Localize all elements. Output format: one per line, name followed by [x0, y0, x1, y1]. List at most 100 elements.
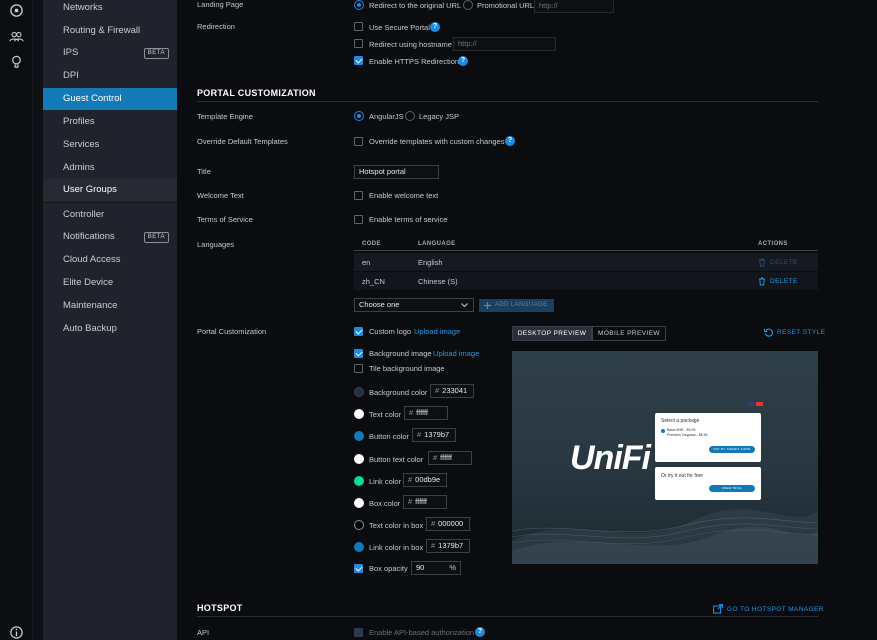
box-text-color-swatch[interactable] — [354, 520, 364, 530]
https-redirection-label: Enable HTTPS Redirection — [369, 57, 460, 66]
hotspot-manager-link[interactable]: GO TO HOTSPOT MANAGER — [727, 606, 824, 613]
upload-background-link[interactable]: Upload image — [433, 349, 479, 358]
insights-icon[interactable] — [9, 54, 24, 69]
box-link-color-swatch[interactable] — [354, 542, 364, 552]
promotional-url-input[interactable]: http:// — [534, 0, 614, 13]
sidebar-item-cloud-access[interactable]: Cloud Access — [43, 249, 177, 271]
delete-language-button[interactable]: DELETE — [770, 278, 798, 285]
background-color-input[interactable]: #233041 — [430, 384, 474, 398]
tab-desktop-preview[interactable]: DESKTOP PREVIEW — [512, 326, 592, 341]
promotional-url-radio[interactable] — [463, 0, 473, 10]
sidebar-item-label: Services — [63, 139, 100, 150]
terms-of-service-label: Terms of Service — [197, 215, 253, 224]
button-text-color-label: Button text color — [369, 455, 424, 464]
portal-customization-label: Portal Customization — [197, 327, 267, 336]
sidebar-item-admins[interactable]: Admins — [43, 157, 177, 179]
terms-of-service-checkbox[interactable] — [354, 215, 363, 224]
sidebar-item-label: Elite Device — [63, 277, 114, 288]
clients-icon[interactable] — [9, 29, 24, 44]
dashboard-icon[interactable] — [9, 3, 24, 18]
redirect-hostname-checkbox[interactable] — [354, 39, 363, 48]
upload-logo-link[interactable]: Upload image — [414, 327, 460, 336]
tab-mobile-preview[interactable]: MOBILE PREVIEW — [592, 326, 666, 341]
redirect-original-label: Redirect to the original URL — [369, 1, 462, 10]
sidebar-item-notifications[interactable]: Notifications BETA — [43, 226, 177, 248]
api-label: API — [197, 628, 210, 637]
delete-language-button[interactable]: DELETE — [770, 259, 798, 266]
button-color-input[interactable]: #1379b7 — [412, 428, 456, 442]
language-select[interactable]: Choose one — [354, 298, 474, 312]
help-icon[interactable]: ? — [475, 627, 485, 637]
button-text-color-value: ffffff — [440, 453, 452, 462]
sidebar-item-auto-backup[interactable]: Auto Backup — [43, 318, 177, 340]
help-icon[interactable]: ? — [458, 56, 468, 66]
sidebar-item-guest-control[interactable]: Guest Control — [43, 88, 195, 110]
tile-background-checkbox[interactable] — [354, 364, 363, 373]
sidebar-item-ips[interactable]: IPS BETA — [43, 42, 177, 64]
section-divider — [197, 101, 818, 102]
reset-style-button[interactable]: RESET STYLE — [777, 329, 825, 336]
hostname-input[interactable]: http:// — [453, 37, 556, 51]
background-color-swatch[interactable] — [354, 387, 364, 397]
legacy-jsp-radio[interactable] — [405, 111, 415, 121]
sidebar-item-elite-device[interactable]: Elite Device — [43, 272, 177, 294]
link-color-input[interactable]: #00db9e — [403, 473, 447, 487]
sidebar-item-routing-firewall[interactable]: Routing & Firewall — [43, 20, 177, 42]
preview-pay-button: PAY BY CREDIT CARD — [709, 446, 755, 453]
sidebar-item-user-groups[interactable]: User Groups — [43, 179, 177, 201]
sidebar-item-label: Controller — [63, 209, 105, 220]
redirect-original-radio[interactable] — [354, 0, 364, 10]
button-text-color-input[interactable]: # ffffff — [428, 451, 472, 465]
secure-portal-checkbox[interactable] — [354, 22, 363, 31]
box-opacity-input[interactable]: 90% — [411, 561, 461, 575]
beta-badge: BETA — [143, 232, 169, 243]
angularjs-radio[interactable] — [354, 111, 364, 121]
help-icon[interactable]: ? — [505, 136, 515, 146]
box-opacity-checkbox[interactable] — [354, 564, 363, 573]
template-engine-label: Template Engine — [197, 112, 253, 121]
override-templates-checkbox[interactable] — [354, 137, 363, 146]
sidebar-item-networks[interactable]: Networks — [43, 0, 177, 19]
hotspot-title: HOTSPOT — [197, 603, 243, 613]
button-color-label: Button color — [369, 432, 410, 441]
sidebar-item-label: Notifications — [63, 231, 115, 242]
box-text-color-input[interactable]: #000000 — [426, 517, 470, 531]
text-color-value: ffffff — [416, 408, 428, 417]
languages-label: Languages — [197, 240, 235, 249]
button-text-color-swatch[interactable] — [354, 454, 364, 464]
link-color-swatch[interactable] — [354, 476, 364, 486]
box-text-color-label: Text color in box — [369, 521, 424, 530]
sidebar-item-dpi[interactable]: DPI — [43, 65, 177, 87]
sidebar-item-services[interactable]: Services — [43, 134, 177, 156]
override-templates-text: Override templates with custom changes — [369, 137, 505, 146]
box-color-input[interactable]: # ffffff — [403, 495, 447, 509]
sidebar-item-profiles[interactable]: Profiles — [43, 111, 177, 133]
legacy-jsp-label: Legacy JSP — [419, 112, 460, 121]
background-color-value: 233041 — [442, 386, 468, 395]
text-color-swatch[interactable] — [354, 409, 364, 419]
language-code: en — [362, 258, 371, 267]
sidebar-item-label: Routing & Firewall — [63, 25, 141, 36]
section-divider — [197, 616, 818, 617]
https-redirection-checkbox[interactable] — [354, 56, 363, 65]
background-image-checkbox[interactable] — [354, 349, 363, 358]
background-color-label: Background color — [369, 388, 428, 397]
box-link-color-input[interactable]: #1379b7 — [426, 539, 470, 553]
help-icon[interactable]: ? — [430, 22, 440, 32]
welcome-text-checkbox[interactable] — [354, 191, 363, 200]
table-header-divider — [354, 250, 818, 251]
sidebar-gutter — [33, 0, 43, 640]
sidebar-item-label: Guest Control — [63, 93, 122, 104]
sidebar-item-maintenance[interactable]: Maintenance — [43, 295, 177, 317]
portal-title-input[interactable]: Hotspot portal — [354, 165, 439, 179]
add-language-button[interactable]: ADD LANGUAGE — [479, 299, 554, 312]
custom-logo-checkbox[interactable] — [354, 327, 363, 336]
box-color-swatch[interactable] — [354, 498, 364, 508]
button-color-swatch[interactable] — [354, 431, 364, 441]
api-authorization-checkbox[interactable] — [354, 628, 363, 637]
sidebar-item-controller[interactable]: Controller — [43, 204, 177, 226]
info-icon[interactable] — [9, 625, 24, 640]
sidebar-item-label: IPS — [63, 47, 79, 58]
secure-portal-label: Use Secure Portal — [369, 23, 430, 32]
text-color-input[interactable]: # ffffff — [404, 406, 448, 420]
